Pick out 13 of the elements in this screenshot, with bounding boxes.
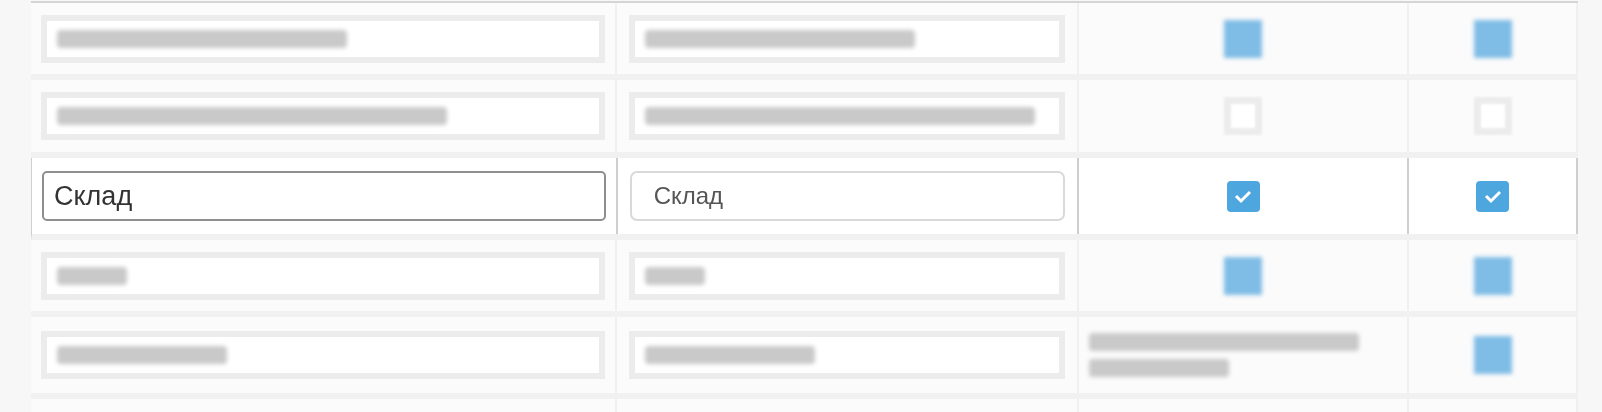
checkbox[interactable] [1226, 180, 1260, 212]
checkbox[interactable] [1224, 256, 1262, 295]
blurred-text [57, 266, 127, 285]
checkbox[interactable] [1473, 336, 1512, 374]
checkbox[interactable] [1476, 180, 1510, 212]
blurred-text [645, 266, 705, 285]
check-icon [1233, 188, 1254, 204]
checkbox[interactable] [1473, 256, 1512, 295]
checkbox[interactable] [1473, 19, 1512, 58]
checkbox[interactable] [1224, 19, 1262, 58]
title-field[interactable]: Склад [629, 171, 1066, 221]
check-icon [1482, 188, 1503, 204]
name-field[interactable]: Склад [42, 171, 606, 221]
